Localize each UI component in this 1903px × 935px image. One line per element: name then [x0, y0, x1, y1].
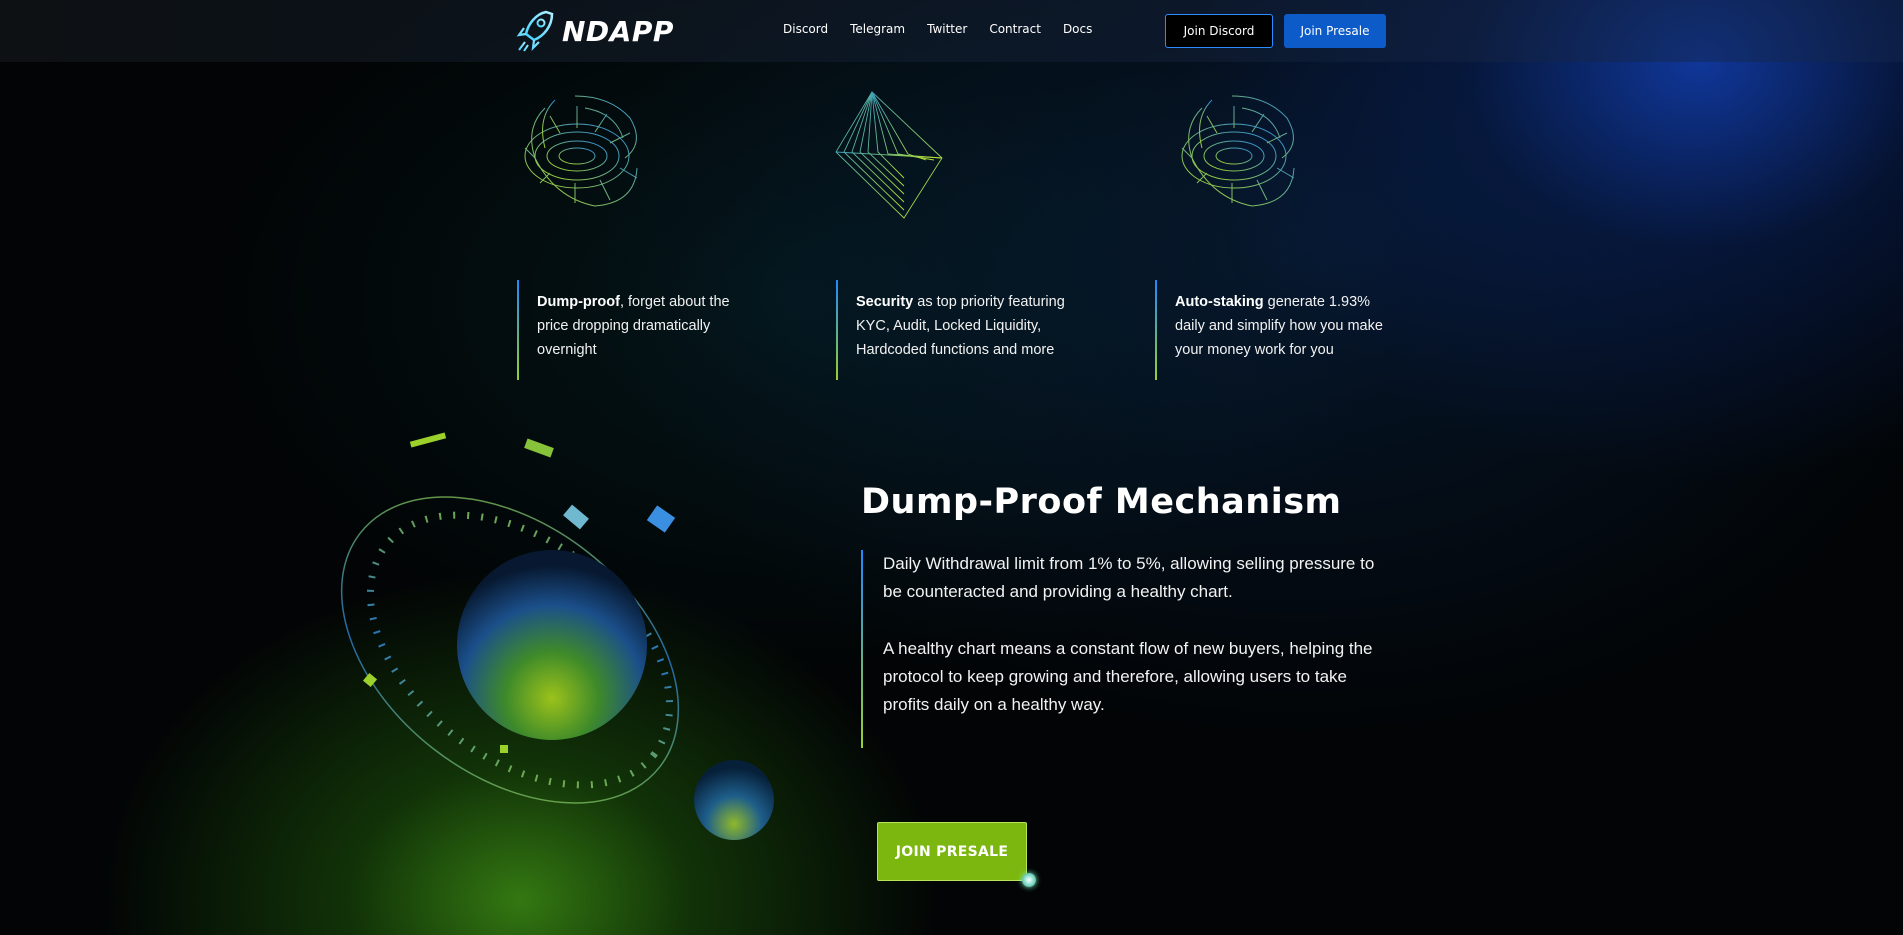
- join-presale-cta-button[interactable]: JOIN PRESALE: [877, 822, 1027, 881]
- cursor-indicator: [1022, 873, 1036, 887]
- feature-title: Security: [856, 294, 914, 310]
- brand-logo[interactable]: NDAPP: [516, 8, 674, 54]
- feature-title: Dump-proof: [537, 294, 620, 310]
- join-discord-button[interactable]: Join Discord: [1165, 14, 1273, 48]
- join-presale-button[interactable]: Join Presale: [1284, 14, 1386, 48]
- section-title: Dump-Proof Mechanism: [861, 482, 1342, 522]
- rocket-icon: [516, 10, 554, 52]
- description-paragraph: A healthy chart means a constant flow of…: [883, 639, 1373, 714]
- wireframe-diamond-icon: [835, 91, 943, 219]
- feature-dump-proof: Dump-proof, forget about the price dropp…: [517, 280, 757, 380]
- top-navbar: NDAPP Discord Telegram Twitter Contract …: [0, 0, 1903, 62]
- nav-link-docs[interactable]: Docs: [1063, 22, 1092, 36]
- nav-link-twitter[interactable]: Twitter: [927, 22, 967, 36]
- wireframe-torus-icon: [524, 95, 638, 207]
- nav-link-contract[interactable]: Contract: [989, 22, 1041, 36]
- description-paragraph: Daily Withdrawal limit from 1% to 5%, al…: [883, 554, 1375, 601]
- feature-auto-staking: Auto-staking generate 1.93% daily and si…: [1155, 280, 1395, 380]
- brand-name: NDAPP: [562, 14, 674, 48]
- wireframe-torus-icon: [1181, 95, 1295, 207]
- nav-link-discord[interactable]: Discord: [783, 22, 828, 36]
- main-nav: Discord Telegram Twitter Contract Docs: [783, 22, 1092, 36]
- feature-security: Security as top priority featuring KYC, …: [836, 280, 1076, 380]
- page-background: [0, 0, 1903, 935]
- section-description: Daily Withdrawal limit from 1% to 5%, al…: [861, 550, 1391, 748]
- nav-link-telegram[interactable]: Telegram: [850, 22, 905, 36]
- planet-orbit-illustration: [340, 432, 774, 840]
- feature-title: Auto-staking: [1175, 294, 1264, 310]
